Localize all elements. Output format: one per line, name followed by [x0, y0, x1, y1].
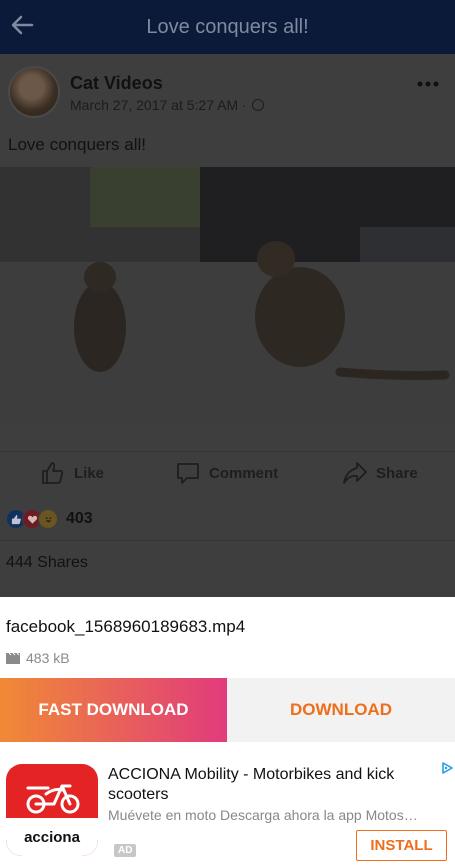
comment-icon: [177, 463, 199, 484]
globe-icon: [251, 99, 264, 111]
ad-badge: AD: [114, 844, 137, 857]
share-button[interactable]: Share: [342, 459, 418, 487]
more-options-icon[interactable]: [416, 80, 440, 88]
ad-app-logo: acciona: [6, 764, 98, 856]
post-date: March 27, 2017 at 5:27 AM ·: [70, 97, 264, 113]
download-sheet: facebook_1568960189683.mp4 483 kB FAST D…: [0, 597, 455, 867]
post-author-name[interactable]: Cat Videos: [70, 73, 163, 94]
file-name: facebook_1568960189683.mp4: [6, 617, 246, 636]
fast-download-button[interactable]: FAST DOWNLOAD: [0, 678, 227, 742]
thumbs-up-icon: [42, 462, 64, 484]
divider: [0, 451, 455, 452]
facebook-post: Cat Videos March 27, 2017 at 5:27 AM · L…: [0, 54, 455, 597]
page-title: Love conquers all!: [146, 15, 309, 38]
post-caption: Love conquers all!: [8, 135, 146, 154]
shares-count[interactable]: 444 Shares: [6, 554, 88, 572]
ad-title[interactable]: ACCIONA Mobility - Motorbikes and kick s…: [108, 765, 438, 805]
file-size-text: 483 kB: [26, 650, 70, 666]
download-button[interactable]: DOWNLOAD: [227, 678, 455, 742]
video-file-icon: [6, 652, 20, 664]
top-bar: Love conquers all!: [0, 0, 455, 54]
haha-reaction-icon: [38, 509, 58, 529]
share-label: Share: [376, 464, 418, 482]
divider: [0, 540, 455, 541]
reaction-count: 403: [66, 510, 93, 527]
like-button[interactable]: Like: [40, 459, 104, 487]
post-date-text: March 27, 2017 at 5:27 AM ·: [70, 97, 247, 113]
like-label: Like: [74, 464, 105, 482]
ad-logo-text: acciona: [6, 818, 98, 856]
ad-choices-icon[interactable]: [440, 761, 454, 775]
install-button[interactable]: INSTALL: [356, 830, 447, 861]
ad-description: Muévete en moto Descarga ahora la app Mo…: [108, 807, 418, 823]
ad-banner[interactable]: acciona ACCIONA Mobility - Motorbikes an…: [0, 756, 455, 867]
video-thumbnail: [0, 167, 455, 424]
avatar[interactable]: [8, 66, 60, 118]
arrow-left-icon[interactable]: [8, 11, 36, 39]
comment-button[interactable]: Comment: [175, 459, 278, 487]
reactions-summary[interactable]: 403: [6, 508, 93, 530]
share-icon: [343, 462, 367, 484]
scooter-icon: [26, 784, 80, 814]
comment-label: Comment: [209, 464, 279, 482]
file-size: 483 kB: [6, 650, 70, 666]
video-player[interactable]: [0, 167, 455, 424]
